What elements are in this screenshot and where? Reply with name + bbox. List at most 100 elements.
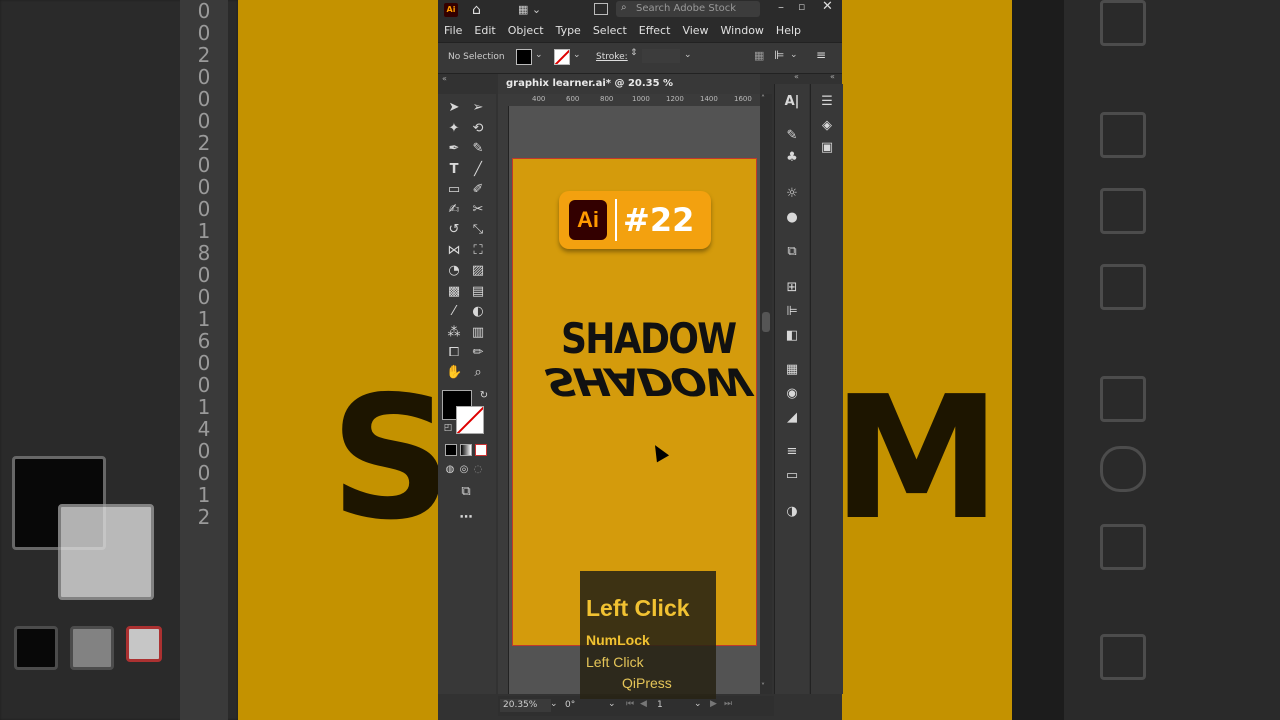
stroke-color-swatch[interactable]: [554, 49, 570, 65]
first-artboard-icon[interactable]: ⏮: [626, 699, 634, 709]
headline-text[interactable]: SHADOW: [561, 317, 737, 361]
menu-file[interactable]: File: [438, 20, 468, 42]
vertical-scrollbar[interactable]: ˄ ˅: [760, 94, 772, 694]
gradient-tool-icon[interactable]: ▤: [470, 284, 486, 300]
rectangle-tool-icon[interactable]: ▭: [446, 182, 462, 198]
align-icon[interactable]: ▦: [754, 49, 764, 62]
rotation-dropdown-icon[interactable]: ⌄: [608, 699, 616, 709]
scale-tool-icon[interactable]: ⤡: [470, 222, 486, 238]
default-colors-icon[interactable]: ◰: [440, 420, 456, 436]
mesh-tool-icon[interactable]: ▩: [446, 284, 462, 300]
document-tab[interactable]: graphix learner.ai* @ 20.35 % (RGB/Previ…: [498, 74, 760, 109]
fill-dropdown-icon[interactable]: ⌄: [535, 50, 543, 60]
artboards-panel-icon[interactable]: ⧉: [784, 244, 800, 260]
color-guide-panel-icon[interactable]: ◢: [784, 410, 800, 426]
artboard-number-field[interactable]: 1: [654, 699, 699, 712]
free-transform-tool-icon[interactable]: ⛶: [470, 243, 486, 259]
menu-edit[interactable]: Edit: [468, 20, 501, 42]
change-screen-mode-icon[interactable]: ⧉: [458, 484, 474, 500]
symbols-panel-icon[interactable]: ♣: [784, 150, 800, 166]
zoom-dropdown-icon[interactable]: ⌄: [550, 699, 558, 709]
home-icon[interactable]: ⌂: [472, 2, 481, 18]
width-tool-icon[interactable]: ⋈: [446, 243, 462, 259]
eyedropper-tool-icon[interactable]: ⁄: [446, 304, 462, 320]
column-graph-tool-icon[interactable]: ▥: [470, 325, 486, 341]
arrange-docs-icon[interactable]: [594, 3, 608, 15]
blend-tool-icon[interactable]: ◐: [470, 304, 486, 320]
close-window-icon[interactable]: ✕: [822, 0, 833, 14]
type-tool-icon[interactable]: T: [446, 162, 462, 178]
brushes-panel-icon[interactable]: ✎: [784, 128, 800, 144]
direct-selection-tool-icon[interactable]: ➢: [470, 100, 486, 116]
shape-builder-tool-icon[interactable]: ◔: [446, 263, 462, 279]
minimize-icon[interactable]: –: [778, 0, 784, 14]
symbol-sprayer-tool-icon[interactable]: ⁂: [446, 325, 462, 341]
color-panel-icon[interactable]: ◉: [784, 386, 800, 402]
fill-color-swatch[interactable]: [516, 49, 532, 65]
rotate-tool-icon[interactable]: ↺: [446, 222, 462, 238]
search-bar[interactable]: ⌕ Search Adobe Stock: [616, 1, 760, 17]
pen-tool-icon[interactable]: ✒: [446, 141, 462, 157]
slice-tool-icon[interactable]: ✏: [470, 345, 486, 361]
artboard-dropdown-icon[interactable]: ⌄: [694, 699, 702, 709]
curvature-tool-icon[interactable]: ✎: [470, 141, 486, 157]
perspective-grid-tool-icon[interactable]: ▨: [470, 263, 486, 279]
workspace-switcher-icon[interactable]: ▦ ⌄: [518, 3, 541, 16]
scroll-up-icon[interactable]: ˄: [761, 94, 765, 103]
distribute-icon[interactable]: ⊫: [774, 48, 784, 62]
gradient-panel-icon[interactable]: ▭: [784, 468, 800, 484]
menu-help[interactable]: Help: [770, 20, 807, 42]
transparency-panel-icon[interactable]: ◑: [784, 504, 800, 520]
shaper-tool-icon[interactable]: ✍: [446, 202, 462, 218]
stroke-stepper-icon[interactable]: ⇕: [630, 48, 638, 58]
menu-view[interactable]: View: [676, 20, 714, 42]
distribute-dropdown-icon[interactable]: ⌄: [790, 50, 798, 60]
swatches-panel-icon[interactable]: ▦: [784, 362, 800, 378]
menu-effect[interactable]: Effect: [633, 20, 677, 42]
last-artboard-icon[interactable]: ⏭: [724, 699, 732, 709]
prev-artboard-icon[interactable]: ◀: [640, 699, 647, 709]
stroke-label[interactable]: Stroke:: [596, 52, 628, 62]
maximize-icon[interactable]: ▫: [798, 0, 805, 13]
shadow-reflection-text[interactable]: SHADOW: [534, 359, 760, 403]
lasso-tool-icon[interactable]: ⟲: [470, 121, 486, 137]
swap-fill-stroke-icon[interactable]: ↻: [476, 388, 492, 404]
menu-window[interactable]: Window: [715, 20, 770, 42]
panel-menu-icon[interactable]: ≡: [816, 48, 826, 62]
scissors-tool-icon[interactable]: ✂: [470, 202, 486, 218]
gradient-mode-button[interactable]: [460, 444, 472, 456]
transform-panel-icon[interactable]: ⊞: [784, 280, 800, 296]
properties-panel-icon[interactable]: ☰: [819, 94, 835, 110]
selection-tool-icon[interactable]: ➤: [446, 100, 462, 116]
artboard-tool-icon[interactable]: ⧠: [446, 345, 462, 361]
color-mode-button[interactable]: [445, 444, 457, 456]
paintbrush-tool-icon[interactable]: ✐: [470, 182, 486, 198]
line-tool-icon[interactable]: ╱: [470, 162, 486, 178]
zoom-field[interactable]: 20.35%: [500, 699, 551, 712]
stroke-box[interactable]: [456, 406, 484, 434]
collapse-toolbar-icon[interactable]: «: [442, 74, 447, 83]
pathfinder-panel-icon[interactable]: ◧: [784, 328, 800, 344]
hand-tool-icon[interactable]: ✋: [446, 365, 462, 381]
magic-wand-tool-icon[interactable]: ✦: [446, 121, 462, 137]
collapse-panels2-icon[interactable]: «: [830, 72, 835, 81]
layers-panel-icon[interactable]: ◈: [819, 118, 835, 134]
stroke-panel-icon[interactable]: ≡: [784, 444, 800, 460]
appearance-panel-icon[interactable]: ☼: [784, 186, 800, 202]
scroll-down-icon[interactable]: ˅: [761, 682, 765, 691]
scrollbar-thumb[interactable]: [762, 312, 770, 332]
draw-inside-icon[interactable]: ◌: [470, 462, 486, 478]
graphic-styles-panel-icon[interactable]: ●: [784, 210, 800, 226]
collapse-panels-icon[interactable]: «: [794, 72, 799, 81]
menu-type[interactable]: Type: [550, 20, 587, 42]
stroke-dropdown-icon[interactable]: ⌄: [573, 50, 581, 60]
edit-toolbar-icon[interactable]: ⋯: [458, 510, 474, 526]
none-mode-button[interactable]: [475, 444, 487, 456]
libraries-panel-icon[interactable]: ▣: [819, 140, 835, 156]
align-panel-icon[interactable]: ⊫: [784, 304, 800, 320]
menu-select[interactable]: Select: [587, 20, 633, 42]
zoom-tool-icon[interactable]: ⌕: [470, 365, 486, 381]
stroke-weight-field[interactable]: [642, 49, 680, 63]
next-artboard-icon[interactable]: ▶: [710, 699, 717, 709]
stroke-weight-dropdown-icon[interactable]: ⌄: [684, 50, 692, 60]
